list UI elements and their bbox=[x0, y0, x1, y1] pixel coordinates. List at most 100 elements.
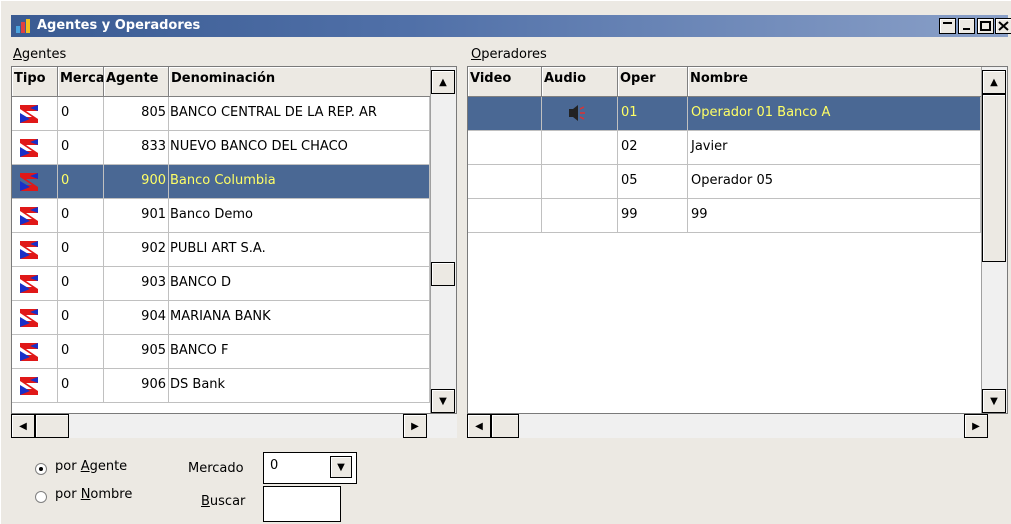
mercado-cell: 0 bbox=[58, 97, 104, 131]
table-row[interactable]: 01 Operador 01 Banco A bbox=[468, 97, 981, 131]
triangle-down-icon: ▼ bbox=[439, 395, 447, 407]
scroll-thumb[interactable] bbox=[982, 94, 1006, 262]
denominacion-cell: NUEVO BANCO DEL CHACO bbox=[169, 131, 430, 165]
restore-icon bbox=[963, 28, 970, 30]
minimize-icon bbox=[943, 22, 952, 24]
triangle-right-icon: ▶ bbox=[972, 420, 980, 432]
agent-type-icon bbox=[20, 275, 38, 293]
video-cell bbox=[468, 165, 542, 199]
operadores-vertical-scrollbar[interactable]: ▲ ▼ bbox=[981, 67, 1007, 413]
denominacion-cell: Banco Demo bbox=[169, 199, 430, 233]
agente-cell: 906 bbox=[104, 369, 169, 403]
table-row[interactable]: 0 901 Banco Demo bbox=[12, 199, 430, 233]
agentes-panel-label: Agentes bbox=[13, 47, 67, 62]
table-row[interactable]: 02 Javier bbox=[468, 131, 981, 165]
title-bar[interactable]: Agentes y Operadores bbox=[11, 15, 1011, 37]
audio-cell bbox=[542, 199, 618, 233]
close-button[interactable] bbox=[995, 18, 1011, 34]
mercado-dropdown-button[interactable]: ▼ bbox=[330, 456, 352, 478]
speaker-icon bbox=[569, 105, 585, 121]
app-icon bbox=[16, 19, 30, 33]
agent-type-icon bbox=[20, 377, 38, 395]
minimize-button[interactable] bbox=[939, 18, 956, 34]
scroll-up-button[interactable]: ▲ bbox=[431, 70, 455, 94]
radio-por-agente-label[interactable]: por Agente bbox=[55, 459, 127, 474]
column-header-nombre[interactable]: Nombre bbox=[688, 67, 982, 97]
restore-button[interactable] bbox=[958, 18, 975, 34]
tipo-cell bbox=[12, 301, 58, 335]
h-scroll-thumb[interactable] bbox=[35, 414, 69, 438]
agent-type-icon bbox=[20, 173, 38, 191]
column-header-oper[interactable]: Oper bbox=[618, 67, 688, 97]
mercado-select[interactable]: 0 ▼ bbox=[263, 452, 357, 484]
table-row[interactable]: 99 99 bbox=[468, 199, 981, 233]
agentes-vertical-scrollbar[interactable]: ▲ ▼ bbox=[430, 67, 456, 413]
operadores-grid[interactable]: Video Audio Oper Nombre 01 Operador 01 Ba… bbox=[467, 66, 1008, 414]
mercado-cell: 0 bbox=[58, 267, 104, 301]
table-row[interactable]: 0 900 Banco Columbia bbox=[12, 165, 430, 199]
agent-type-icon bbox=[20, 343, 38, 361]
column-header-video[interactable]: Video bbox=[468, 67, 542, 97]
column-header-tipo[interactable]: Tipo bbox=[12, 67, 58, 97]
agente-cell: 903 bbox=[104, 267, 169, 301]
scroll-down-button[interactable]: ▼ bbox=[982, 389, 1006, 413]
mercado-label: Mercado bbox=[188, 461, 244, 476]
table-row[interactable]: 0 903 BANCO D bbox=[12, 267, 430, 301]
triangle-down-icon: ▼ bbox=[990, 395, 998, 407]
table-row[interactable]: 0 902 PUBLI ART S.A. bbox=[12, 233, 430, 267]
scroll-right-button[interactable]: ▶ bbox=[964, 414, 988, 438]
denominacion-cell: PUBLI ART S.A. bbox=[169, 233, 430, 267]
scroll-thumb[interactable] bbox=[431, 262, 455, 286]
triangle-up-icon: ▲ bbox=[439, 76, 447, 88]
radio-por-nombre-dot[interactable] bbox=[35, 491, 47, 503]
operadores-horizontal-scrollbar[interactable]: ◀ ▶ bbox=[467, 414, 988, 438]
scroll-right-button[interactable]: ▶ bbox=[403, 414, 427, 438]
radio-por-agente-dot[interactable] bbox=[35, 463, 47, 475]
nombre-cell: Operador 01 Banco A bbox=[688, 97, 981, 131]
buscar-input[interactable] bbox=[263, 486, 341, 522]
mercado-cell: 0 bbox=[58, 233, 104, 267]
mercado-cell: 0 bbox=[58, 165, 104, 199]
close-icon bbox=[998, 21, 1009, 31]
window-title: Agentes y Operadores bbox=[37, 18, 201, 33]
mercado-cell: 0 bbox=[58, 301, 104, 335]
table-row[interactable]: 0 833 NUEVO BANCO DEL CHACO bbox=[12, 131, 430, 165]
oper-cell: 02 bbox=[618, 131, 688, 165]
audio-cell bbox=[542, 165, 618, 199]
agente-cell: 901 bbox=[104, 199, 169, 233]
mercado-value: 0 bbox=[270, 458, 279, 473]
nombre-cell: Operador 05 bbox=[688, 165, 981, 199]
h-scroll-thumb[interactable] bbox=[491, 414, 519, 438]
scroll-up-button[interactable]: ▲ bbox=[982, 70, 1006, 94]
table-row[interactable]: 0 904 MARIANA BANK bbox=[12, 301, 430, 335]
table-row[interactable]: 05 Operador 05 bbox=[468, 165, 981, 199]
column-header-audio[interactable]: Audio bbox=[542, 67, 618, 97]
tipo-cell bbox=[12, 233, 58, 267]
table-row[interactable]: 0 905 BANCO F bbox=[12, 335, 430, 369]
oper-cell: 05 bbox=[618, 165, 688, 199]
triangle-up-icon: ▲ bbox=[990, 76, 998, 88]
denominacion-cell: BANCO CENTRAL DE LA REP. AR bbox=[169, 97, 430, 131]
agentes-horizontal-scrollbar[interactable]: ◀ ▶ bbox=[11, 414, 457, 438]
column-header-mercado[interactable]: Mercado bbox=[58, 67, 104, 97]
table-row[interactable]: 0 906 DS Bank bbox=[12, 369, 430, 403]
scroll-down-button[interactable]: ▼ bbox=[431, 389, 455, 413]
audio-cell bbox=[542, 97, 618, 131]
table-row[interactable]: 0 805 BANCO CENTRAL DE LA REP. AR bbox=[12, 97, 430, 131]
scroll-left-button[interactable]: ◀ bbox=[467, 414, 491, 438]
denominacion-cell: DS Bank bbox=[169, 369, 430, 403]
video-cell bbox=[468, 131, 542, 165]
video-cell bbox=[468, 199, 542, 233]
agente-cell: 904 bbox=[104, 301, 169, 335]
tipo-cell bbox=[12, 131, 58, 165]
column-header-denominacion[interactable]: Denominación bbox=[169, 67, 431, 97]
agente-cell: 905 bbox=[104, 335, 169, 369]
agent-type-icon bbox=[20, 105, 38, 123]
mercado-cell: 0 bbox=[58, 369, 104, 403]
radio-por-nombre-label[interactable]: por Nombre bbox=[55, 487, 132, 502]
scroll-left-button[interactable]: ◀ bbox=[11, 414, 35, 438]
agentes-grid[interactable]: Tipo Mercado Agente Denominación 0805BAN… bbox=[11, 66, 457, 414]
column-header-agente[interactable]: Agente bbox=[104, 67, 169, 97]
tipo-cell bbox=[12, 267, 58, 301]
maximize-button[interactable] bbox=[977, 18, 994, 34]
